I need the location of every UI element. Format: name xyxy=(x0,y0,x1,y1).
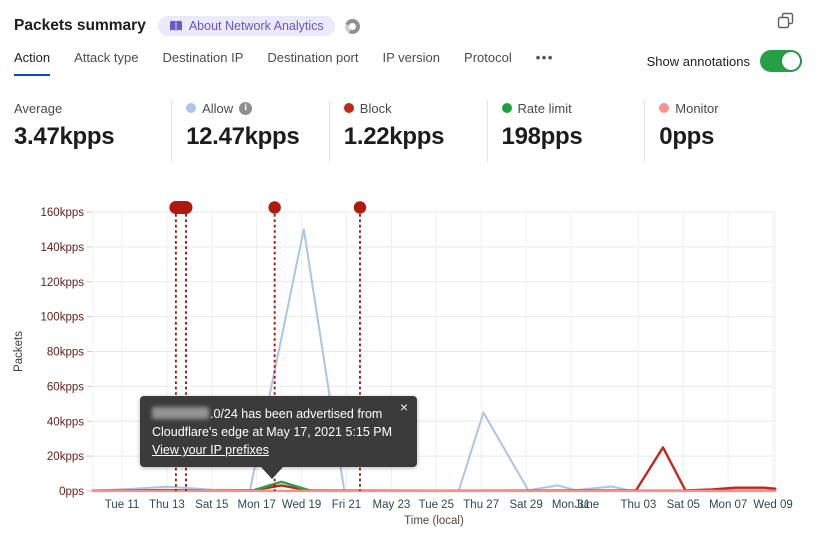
about-network-analytics-badge[interactable]: About Network Analytics xyxy=(157,16,335,36)
annotations-control: Show annotations xyxy=(647,50,802,72)
x-tick-label: Wed 19 xyxy=(282,499,321,511)
tooltip-close-icon[interactable]: × xyxy=(400,400,408,414)
tabs-more-button[interactable]: ••• xyxy=(536,50,554,76)
tab-destination-port[interactable]: Destination port xyxy=(267,50,358,76)
y-tick-label: 160kpps xyxy=(41,207,85,219)
x-axis-title: Time (local) xyxy=(404,515,464,527)
show-annotations-toggle[interactable] xyxy=(760,50,802,72)
book-icon xyxy=(169,20,182,31)
tooltip-line2: Cloudflare's edge at May 17, 2021 5:15 P… xyxy=(152,425,393,439)
info-icon[interactable]: i xyxy=(239,101,253,115)
y-axis-title: Packets xyxy=(13,331,25,372)
x-tick-label: May 23 xyxy=(373,499,411,511)
view-ip-prefixes-link[interactable]: View your IP prefixes xyxy=(152,443,269,457)
stat-block: Block 1.22kpps xyxy=(328,100,487,162)
stat-label: Block xyxy=(359,100,392,116)
tab-destination-ip[interactable]: Destination IP xyxy=(162,50,243,76)
x-tick-label: Wed 09 xyxy=(753,499,792,511)
progress-circle-icon[interactable] xyxy=(344,18,360,34)
x-tick-label: Tue 25 xyxy=(419,499,454,511)
stat-value: 3.47kpps xyxy=(14,123,115,150)
series-color-dot xyxy=(659,103,670,113)
tab-ip-version[interactable]: IP version xyxy=(382,50,440,76)
annotation-marker-dot[interactable] xyxy=(353,201,367,214)
redacted-ip-prefix xyxy=(152,407,209,419)
annotation-tooltip: × .0/24 has been advertised from Cloudfl… xyxy=(140,396,417,479)
page-title: Packets summary xyxy=(14,17,146,34)
x-tick-label: Thu 03 xyxy=(620,499,656,511)
series-color-dot xyxy=(501,103,512,113)
series-color-dot xyxy=(343,103,354,113)
tooltip-line1: .0/24 has been advertised from xyxy=(152,405,405,423)
series-color-dot xyxy=(186,103,197,113)
tabs-row: Action Attack type Destination IP Destinati… xyxy=(14,50,802,80)
show-annotations-label: Show annotations xyxy=(646,53,750,69)
y-tick-label: 40kpps xyxy=(47,416,84,428)
y-tick-label: 120kpps xyxy=(41,277,85,289)
tab-list: Action Attack type Destination IP Destinati… xyxy=(14,50,554,76)
x-tick-label: Thu 27 xyxy=(463,499,499,511)
stat-monitor: Monitor 0pps xyxy=(644,100,802,162)
x-tick-label: Thu 13 xyxy=(149,499,185,511)
x-tick-label: Tue 11 xyxy=(105,499,140,511)
stat-average: Average 3.47kpps xyxy=(14,100,171,162)
tab-attack-type[interactable]: Attack type xyxy=(74,50,138,76)
x-tick-label: Sat 29 xyxy=(509,499,542,511)
x-tick-label: Sat 05 xyxy=(667,499,700,511)
stat-value: 198pps xyxy=(501,123,583,150)
y-tick-label: 80kpps xyxy=(47,347,84,359)
about-badge-label: About Network Analytics xyxy=(188,19,324,33)
stat-value: 12.47kpps xyxy=(186,123,300,150)
x-tick-label: Mon 07 xyxy=(709,499,747,511)
network-analytics-panel: Packets summary About Network Analytics … xyxy=(0,0,816,545)
stat-rate-limit: Rate limit 198pps xyxy=(486,100,645,162)
stat-label: Monitor xyxy=(675,100,719,116)
tooltip-caret xyxy=(261,467,283,479)
copy-panel-icon[interactable] xyxy=(777,12,794,34)
stat-allow: Allow i 12.47kpps xyxy=(171,100,329,162)
stat-value: 0pps xyxy=(659,123,715,150)
annotation-marker-pill[interactable] xyxy=(169,201,193,214)
y-tick-label: 0pps xyxy=(59,486,84,498)
x-tick-label: Sat 15 xyxy=(195,499,228,511)
stats-row: Average 3.47kpps Allow i 12.47kpps Block 1.22k… xyxy=(14,100,802,162)
x-month-label: June xyxy=(574,499,599,511)
packets-chart: 0pps 20kpps 40kpps 60kpps 80kpps 100kpps 120kp… xyxy=(0,190,816,540)
y-tick-label: 100kpps xyxy=(41,312,85,324)
stat-value: 1.22kpps xyxy=(343,123,445,150)
stat-label: Rate limit xyxy=(517,100,572,116)
annotation-marker-dot[interactable] xyxy=(268,201,281,214)
tab-protocol[interactable]: Protocol xyxy=(464,50,512,76)
y-tick-label: 60kpps xyxy=(47,381,84,393)
y-tick-label: 20kpps xyxy=(47,451,84,463)
stat-label: Average xyxy=(14,100,63,116)
stat-label: Allow xyxy=(202,100,234,116)
tab-action[interactable]: Action xyxy=(14,50,51,76)
x-tick-label: Fri 21 xyxy=(332,499,361,511)
x-tick-label: Mon 17 xyxy=(238,499,276,511)
header: Packets summary About Network Analytics xyxy=(14,12,802,40)
toggle-knob xyxy=(782,52,800,70)
y-tick-label: 140kpps xyxy=(41,242,85,254)
